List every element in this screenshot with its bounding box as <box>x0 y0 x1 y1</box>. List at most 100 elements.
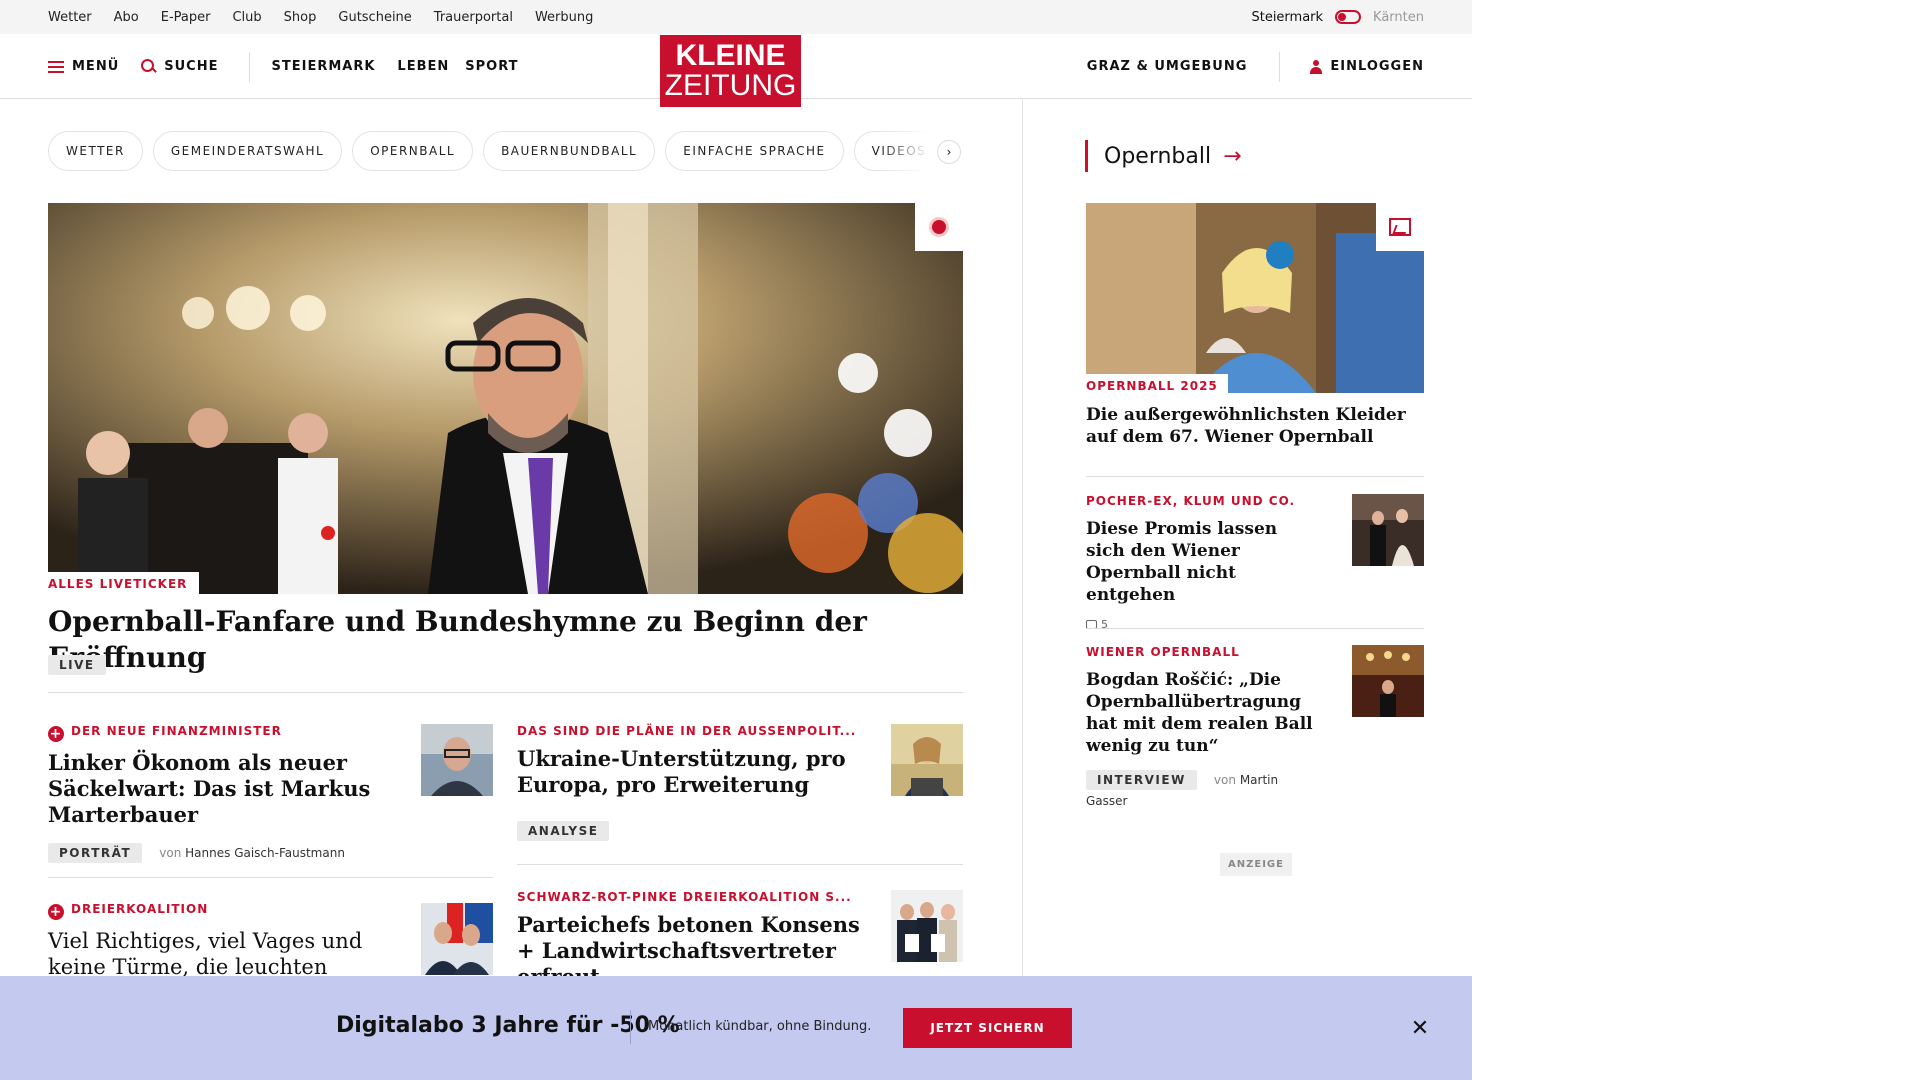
opernball-section-heading[interactable]: Opernball → <box>1085 140 1242 172</box>
logo-line-2: ZEITUNG <box>664 69 797 102</box>
article-thumb-dreierkoalition[interactable] <box>421 903 493 975</box>
sidebar-article-promis[interactable]: POCHER-EX, KLUM UND CO. Diese Promis las… <box>1086 494 1316 631</box>
search-button[interactable]: SUCHE <box>141 59 218 74</box>
util-link-epaper[interactable]: E-Paper <box>161 10 211 25</box>
tag-gemeinderatswahl[interactable]: GEMEINDERATSWAHL <box>152 131 343 171</box>
blank-area <box>1472 0 1920 1080</box>
celebrities-thumbnail <box>1352 494 1424 566</box>
portrait-badge: PORTRÄT <box>48 843 143 863</box>
subscribe-button[interactable]: JETZT SICHERN <box>903 1008 1072 1048</box>
util-link-abo[interactable]: Abo <box>114 10 139 25</box>
article-kicker-text: DER NEUE FINANZMINISTER <box>71 724 282 738</box>
comment-number: 5 <box>1101 618 1108 631</box>
util-link-trauerportal[interactable]: Trauerportal <box>434 10 513 25</box>
banner-title: Digitalabo 3 Jahre für -50 % <box>336 1013 680 1038</box>
ad-label: ANZEIGE <box>1220 853 1292 876</box>
article-title[interactable]: Linker Ökonom als neuer Säckelwart: Das … <box>48 750 398 828</box>
article-kicker-text: DREIERKOALITION <box>71 902 209 916</box>
main-nav: MENÜ SUCHE STEIERMARK LEBEN SPORT KLEINE… <box>0 34 1472 107</box>
analysis-badge: ANALYSE <box>517 821 610 841</box>
author-name[interactable]: Hannes Gaisch-Faustmann <box>185 846 345 860</box>
article-kicker: POCHER-EX, KLUM UND CO. <box>1086 494 1296 508</box>
sidebar-thumb-promis[interactable] <box>1352 494 1424 566</box>
opera-hall-thumbnail <box>1352 645 1424 717</box>
gallery-icon <box>1389 218 1411 236</box>
article-kicker: DAS SIND DIE PLÄNE IN DER AUSSENPOLIT... <box>517 724 857 738</box>
article-title[interactable]: Diese Promis lassen sich den Wiener Oper… <box>1086 518 1316 606</box>
tag-opernball[interactable]: OPERNBALL <box>352 131 474 171</box>
article-card-aussenpolitik[interactable]: DAS SIND DIE PLÄNE IN DER AUSSENPOLIT...… <box>517 724 857 841</box>
plus-icon: + <box>48 904 64 920</box>
section-title: Opernball <box>1104 143 1212 169</box>
sidebar-thumb-roscic[interactable] <box>1352 645 1424 717</box>
menu-label: MENÜ <box>72 59 120 74</box>
nav-section-sport[interactable]: SPORT <box>465 59 518 74</box>
tag-wetter[interactable]: WETTER <box>48 131 143 171</box>
article-kicker: SCHWARZ-ROT-PINKE DREIERKOALITION S... <box>517 890 852 904</box>
banner-close-button[interactable]: ✕ <box>1408 1014 1432 1042</box>
minister-thumbnail <box>891 724 963 796</box>
article-card-finanzminister[interactable]: + DER NEUE FINANZMINISTER Linker Ökonom a… <box>48 724 398 863</box>
hero-headline[interactable]: Opernball-Fanfare und Bundeshymne zu Beg… <box>48 604 968 676</box>
feature-kicker: OPERNBALL 2025 <box>1086 374 1228 396</box>
article-card-dreierkoalition[interactable]: + DREIERKOALITION Viel Richtiges, viel Va… <box>48 902 398 980</box>
region-toggle[interactable] <box>1335 10 1362 24</box>
nav-section-steiermark[interactable]: STEIERMARK <box>272 59 376 74</box>
logo-line-1: KLEINE <box>675 39 786 72</box>
opernball-feature-image[interactable] <box>1086 203 1424 393</box>
site-logo[interactable]: KLEINE ZEITUNG <box>660 35 801 107</box>
article-thumb-parteichefs[interactable] <box>891 890 963 962</box>
region-steiermark[interactable]: Steiermark <box>1251 10 1323 25</box>
article-thumb-finanzminister[interactable] <box>421 724 493 796</box>
nav-left: MENÜ SUCHE STEIERMARK LEBEN SPORT <box>48 34 541 99</box>
hero-image[interactable] <box>48 203 963 594</box>
nav-right: GRAZ & UMGEBUNG EINLOGGEN <box>1087 34 1424 99</box>
region-link[interactable]: GRAZ & UMGEBUNG <box>1087 59 1248 74</box>
party-leaders-thumbnail <box>891 890 963 962</box>
search-label: SUCHE <box>164 59 219 74</box>
search-icon <box>141 59 156 74</box>
live-badge: LIVE <box>48 655 106 675</box>
sidebar-article-roscic[interactable]: WIENER OPERNBALL Bogdan Roščić: „Die Ope… <box>1086 645 1316 809</box>
menu-button[interactable]: MENÜ <box>48 59 119 74</box>
nav-section-leben[interactable]: LEBEN <box>397 59 449 74</box>
comment-count[interactable]: 5 <box>1086 618 1316 631</box>
tags-scroll-right-button[interactable]: › <box>937 140 961 164</box>
article-thumb-aussenpolitik[interactable] <box>891 724 963 796</box>
page: Wetter Abo E-Paper Club Shop Gutscheine … <box>0 0 1472 1080</box>
article-meta: PORTRÄT von Hannes Gaisch-Faustmann <box>48 842 398 863</box>
close-icon: ✕ <box>1410 1015 1430 1041</box>
feature-title[interactable]: Die außergewöhnlichsten Kleider auf dem … <box>1086 404 1406 448</box>
gallery-indicator <box>1376 203 1424 251</box>
util-link-club[interactable]: Club <box>232 10 261 25</box>
utility-bar: Wetter Abo E-Paper Club Shop Gutscheine … <box>0 0 1472 34</box>
article-divider-right <box>517 864 963 865</box>
hero-divider <box>48 692 963 693</box>
article-title[interactable]: Ukraine-Unterstützung, pro Europa, pro E… <box>517 746 857 798</box>
byline-prefix: von <box>1213 773 1236 787</box>
tag-einfache-sprache[interactable]: EINFACHE SPRACHE <box>665 131 844 171</box>
util-link-gutscheine[interactable]: Gutscheine <box>338 10 411 25</box>
article-card-parteichefs[interactable]: SCHWARZ-ROT-PINKE DREIERKOALITION S... P… <box>517 890 867 990</box>
nav-divider-right <box>1279 51 1281 82</box>
plus-icon: + <box>48 726 64 742</box>
util-link-shop[interactable]: Shop <box>284 10 317 25</box>
article-divider-left <box>48 877 493 878</box>
nav-divider <box>248 51 250 82</box>
heading-accent-bar <box>1085 140 1088 172</box>
util-link-werbung[interactable]: Werbung <box>535 10 593 25</box>
article-title[interactable]: Viel Richtiges, viel Vages und keine Tür… <box>48 928 398 980</box>
byline-prefix: von <box>159 846 182 860</box>
user-icon <box>1310 59 1323 74</box>
hero-kicker: ALLES LIVETICKER <box>48 572 200 594</box>
region-kaernten[interactable]: Kärnten <box>1373 10 1424 25</box>
arrow-right-icon: → <box>1223 143 1242 169</box>
topic-tags: WETTER GEMEINDERATSWAHL OPERNBALL BAUERN… <box>48 131 962 171</box>
live-dot-icon <box>932 220 946 234</box>
tag-bauernbundball[interactable]: BAUERNBUNDBALL <box>483 131 656 171</box>
live-indicator <box>915 203 963 251</box>
sidebar-divider-2 <box>1086 628 1424 629</box>
util-link-wetter[interactable]: Wetter <box>48 10 92 25</box>
article-title[interactable]: Bogdan Roščić: „Die Opernballübertragung… <box>1086 669 1316 757</box>
login-button[interactable]: EINLOGGEN <box>1330 59 1424 74</box>
